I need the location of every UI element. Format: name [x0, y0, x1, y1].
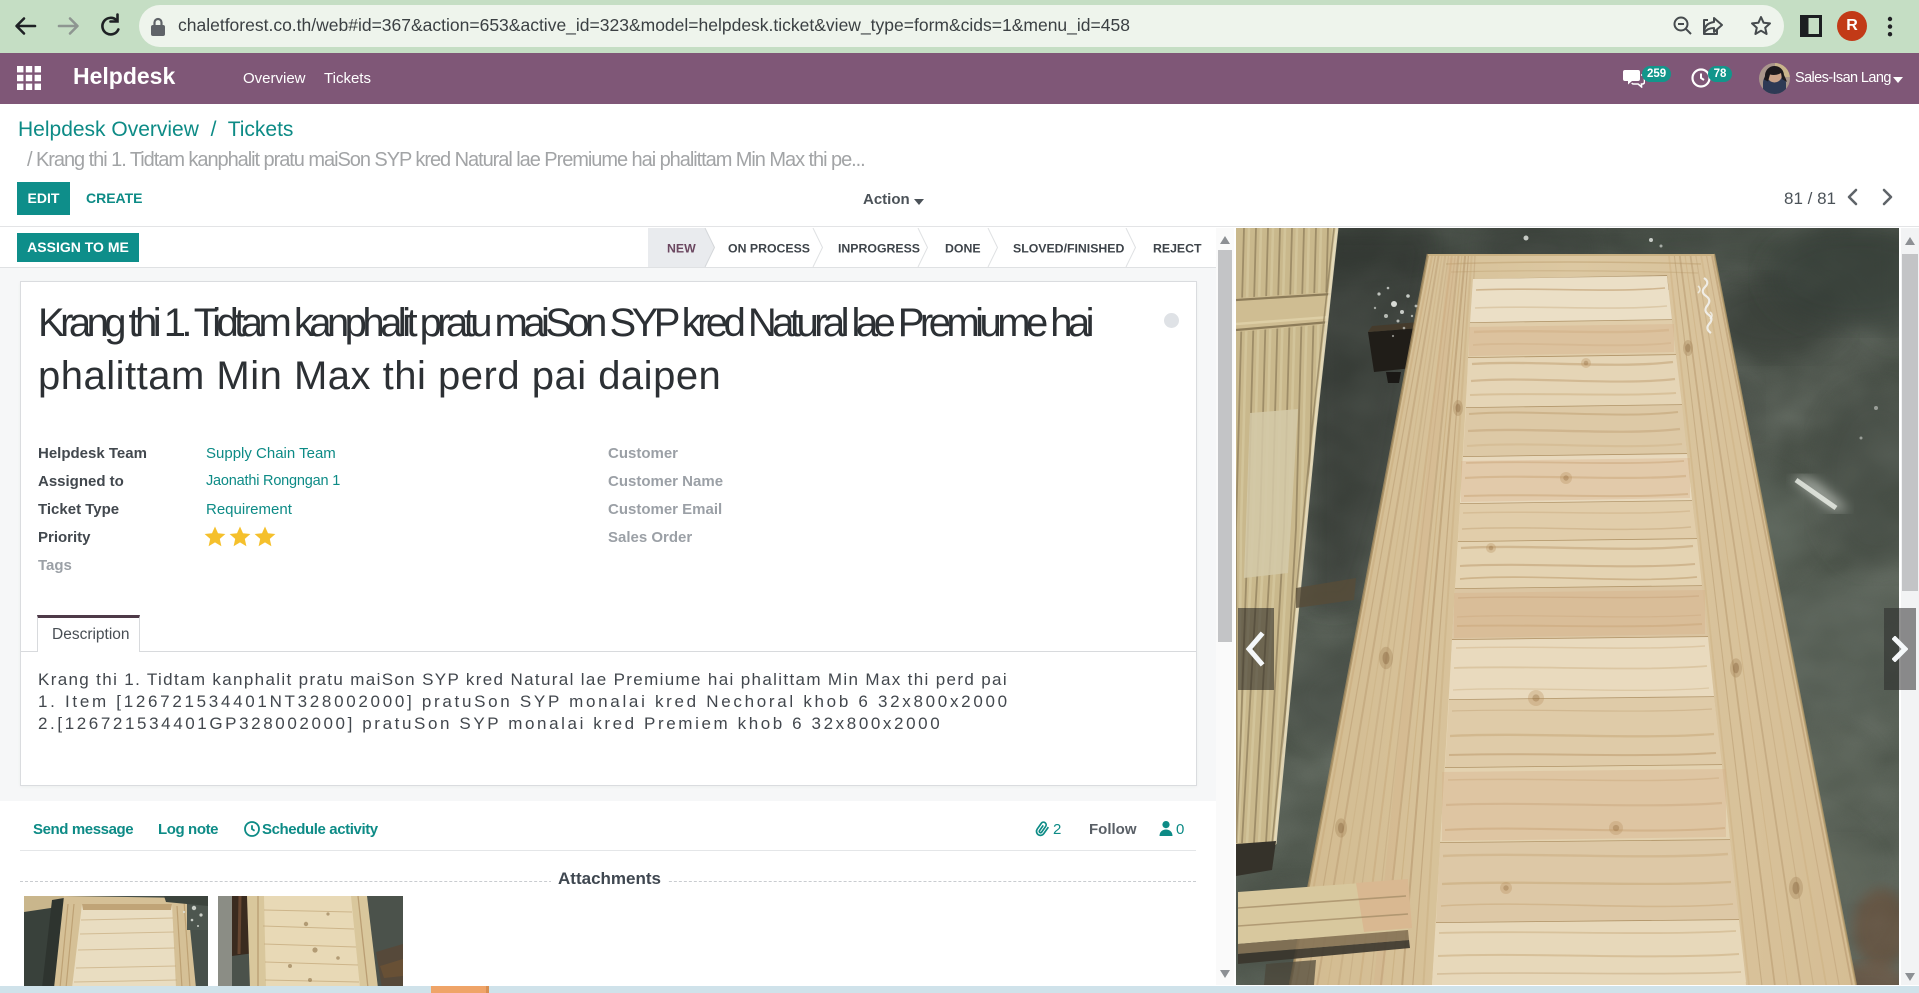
svg-text:SLOVED/FINISHED: SLOVED/FINISHED	[1013, 242, 1124, 256]
svg-text:INPROGRESS: INPROGRESS	[838, 242, 920, 256]
svg-text:REJECT: REJECT	[1153, 242, 1202, 256]
svg-text:ON PROCESS: ON PROCESS	[728, 242, 810, 256]
svg-text:NEW: NEW	[667, 242, 696, 256]
svg-text:DONE: DONE	[945, 242, 981, 256]
